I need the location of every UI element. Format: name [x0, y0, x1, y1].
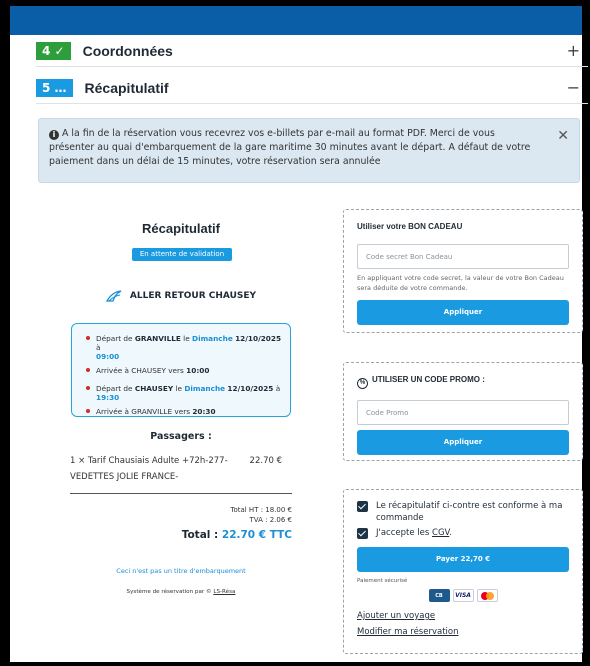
trip-title: ALLER RETOUR CHAUSEY — [70, 290, 292, 302]
promo-title-row: % UTILISER UN CODE PROMO : — [357, 375, 569, 389]
promo-panel: % UTILISER UN CODE PROMO : Appliquer — [343, 362, 583, 461]
summary-checkbox[interactable] — [357, 501, 368, 512]
alert-text: A la fin de la réservation vous recevrez… — [49, 128, 531, 167]
schedule-arrival-return: Arrivée à GRANVILLE vers 20:30 — [86, 407, 282, 416]
percent-icon: % — [357, 378, 368, 389]
passengers-title: Passagers : — [150, 431, 212, 442]
total-ht: Total HT : 18.00 € — [230, 506, 292, 514]
divider — [70, 493, 292, 494]
step-badge-completed: 4 ✓ — [36, 41, 71, 60]
step-title: Coordonnées — [82, 42, 173, 59]
header-bar — [10, 6, 582, 35]
info-icon: i — [49, 130, 59, 140]
gift-code-input[interactable] — [357, 244, 569, 269]
add-trip-link[interactable]: Ajouter un voyage — [357, 611, 569, 621]
cb-card-icon: CB — [428, 589, 450, 602]
confirm-summary-row[interactable]: Le récapitulatif ci-contre est conforme … — [357, 500, 569, 524]
total-ttc: Total : 22.70 € TTC — [181, 529, 292, 541]
step-title: Récapitulatif — [84, 79, 169, 96]
schedule-departure-return: Départ de CHAUSEY le Dimanche 12/10/2025… — [86, 384, 282, 402]
step-recapitulatif[interactable]: 5 … Récapitulatif − — [36, 72, 588, 104]
promo-code-input[interactable] — [357, 400, 569, 425]
secure-payment-label: Paiement sécurisé — [357, 578, 408, 584]
step-coordonnees[interactable]: 4 ✓ Coordonnées + — [36, 35, 588, 67]
modify-booking-link[interactable]: Modifier ma réservation — [357, 627, 569, 637]
payment-cards: CB VISA — [357, 589, 569, 602]
status-badge: En attente de validation — [132, 248, 232, 261]
accept-cgv-row[interactable]: J'accepte les CGV. — [357, 527, 569, 539]
ls-resa-link[interactable]: LS-Résa — [213, 589, 235, 595]
page: 4 ✓ Coordonnées + 5 … Récapitulatif − iA… — [0, 0, 590, 666]
not-ticket-notice: Ceci n'est pas un titre d'embarquement — [116, 567, 246, 575]
trip-name: ALLER RETOUR CHAUSEY — [129, 291, 257, 301]
step-badge-active: 5 … — [36, 78, 73, 97]
promo-title: UTILISER UN CODE PROMO : — [372, 375, 485, 384]
close-icon[interactable]: ✕ — [557, 129, 569, 143]
mastercard-icon — [476, 589, 498, 602]
schedule-departure-outbound: Départ de GRANVILLE le Dimanche 12/10/20… — [86, 334, 282, 361]
boat-icon — [105, 290, 122, 302]
schedule-box: Départ de GRANVILLE le Dimanche 12/10/20… — [71, 323, 291, 417]
schedule-arrival-outbound: Arrivée à CHAUSEY vers 10:00 — [86, 366, 282, 375]
apply-gift-button[interactable]: Appliquer — [357, 300, 569, 325]
payment-panel: Le récapitulatif ci-contre est conforme … — [343, 489, 583, 654]
cgv-link[interactable]: CGV — [432, 528, 449, 538]
window-edge-bottom — [0, 662, 590, 666]
gift-card-title: Utiliser votre BON CADEAU — [357, 222, 463, 231]
gift-card-panel: Utiliser votre BON CADEAU En appliquant … — [343, 209, 583, 333]
totals: Total HT : 18.00 € TVA : 2.06 € — [70, 505, 292, 525]
info-alert: iA la fin de la réservation vous recevre… — [38, 118, 580, 183]
apply-promo-button[interactable]: Appliquer — [357, 430, 569, 455]
passenger-line: 1 × Tarif Chausiais Adulte +72h-277-VEDE… — [70, 453, 282, 485]
confirm-summary-label: Le récapitulatif ci-contre est conforme … — [376, 501, 563, 523]
cgv-checkbox[interactable] — [357, 528, 368, 539]
visa-card-icon: VISA — [452, 589, 474, 602]
passenger-description: 1 × Tarif Chausiais Adulte +72h-277-VEDE… — [70, 456, 228, 482]
summary-title: Récapitulatif — [141, 221, 220, 236]
pay-button[interactable]: Payer 22,70 € — [357, 547, 569, 572]
gift-hint: En appliquant votre code secret, la vale… — [357, 274, 564, 292]
passenger-price: 22.70 € — [249, 456, 282, 466]
window-edge-left — [0, 0, 10, 666]
expand-icon[interactable]: + — [567, 42, 580, 59]
powered-by: Système de réservation par © LS-Résa — [126, 589, 236, 595]
tva: TVA : 2.06 € — [249, 516, 292, 524]
accept-cgv-label: J'accepte les CGV. — [376, 528, 452, 538]
collapse-icon[interactable]: − — [567, 79, 580, 96]
